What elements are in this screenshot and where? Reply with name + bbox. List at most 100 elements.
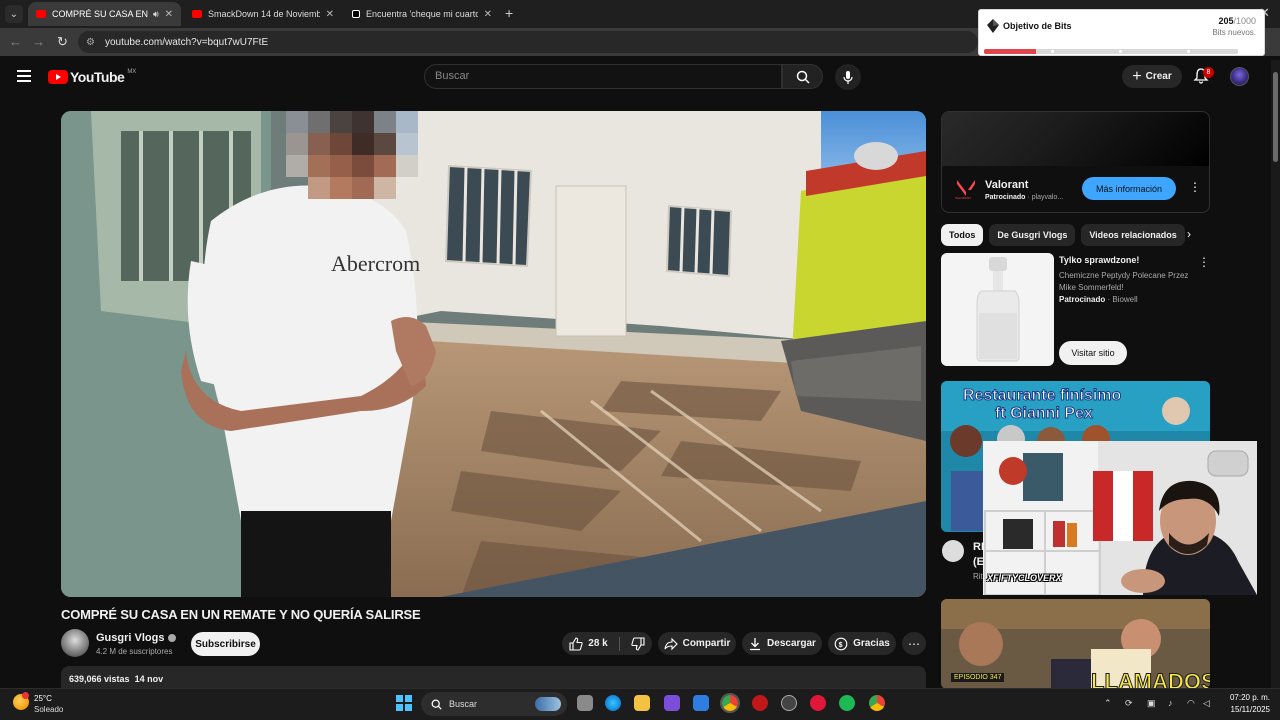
user-avatar[interactable]	[1230, 67, 1249, 86]
channel-name[interactable]: Gusgri Vlogs	[96, 632, 177, 644]
weather-temperature[interactable]: 25°C	[34, 694, 52, 703]
ad-title: Valorant	[985, 179, 1029, 191]
share-icon	[664, 637, 678, 650]
like-count: 28 k	[588, 638, 608, 649]
back-arrow-icon[interactable]: ←	[9, 34, 22, 49]
tab-smackdown[interactable]: SmackDown 14 de Noviembre ✕	[184, 2, 342, 26]
chrome-profile-icon[interactable]	[869, 695, 885, 711]
like-button[interactable]: 28 k	[569, 636, 608, 651]
thumbnail-title-line1: Restaurante finísimo	[962, 387, 1122, 405]
app-red-icon[interactable]	[752, 695, 768, 711]
tab-title: COMPRÉ SU CASA EN UN R	[52, 9, 149, 19]
like-dislike-group: 28 k	[562, 632, 652, 655]
channel-avatar[interactable]	[61, 629, 89, 657]
network-icon[interactable]: ⟳	[1125, 698, 1133, 709]
youtube-wordmark: YouTube	[70, 69, 125, 85]
page-scrollbar[interactable]	[1271, 60, 1280, 688]
voice-search-button[interactable]	[835, 64, 861, 90]
forward-arrow-icon[interactable]: →	[32, 34, 45, 49]
search-button[interactable]	[782, 64, 823, 89]
biowell-ad-menu-icon[interactable]: ⋮	[1198, 255, 1210, 269]
create-button[interactable]: + Crear	[1122, 65, 1182, 88]
url-field[interactable]: ⚙︎ youtube.com/watch?v=bqut7wU7FtE	[78, 31, 978, 53]
app-purple-icon[interactable]	[664, 695, 680, 711]
valorant-logo-icon: VALORANT	[955, 180, 975, 200]
region-code: MX	[127, 69, 137, 75]
youtube-logo[interactable]: YouTube MX	[48, 69, 136, 85]
share-button[interactable]: Compartir	[658, 632, 736, 655]
file-explorer-icon[interactable]	[634, 695, 650, 711]
system-clock[interactable]: 07:20 p. m. 15/11/2025	[1226, 692, 1270, 716]
svg-text:VALORANT: VALORANT	[955, 196, 971, 200]
ad-menu-icon[interactable]: ⋮	[1189, 180, 1201, 194]
create-label: Crear	[1145, 71, 1172, 82]
wifi-icon[interactable]: ◠	[1187, 698, 1195, 709]
biowell-ad-thumbnail[interactable]	[941, 253, 1054, 366]
display-icon[interactable]: ▣	[1147, 698, 1156, 709]
visit-site-button[interactable]: Visitar sitio	[1059, 341, 1127, 365]
valorant-ad-card[interactable]: VALORANT Valorant Patrocinado · playvalo…	[941, 111, 1210, 213]
tab-close-icon[interactable]: ✕	[484, 9, 492, 20]
weather-condition[interactable]: Soleado	[34, 705, 63, 714]
opera-browser-icon[interactable]	[810, 695, 826, 711]
windows-start-icon[interactable]	[396, 695, 412, 711]
tab-close-icon[interactable]: ✕	[165, 9, 173, 20]
bits-progress-markers	[984, 49, 1238, 54]
recommended-channel-avatar[interactable]	[942, 540, 964, 562]
super-thanks-icon: $	[834, 637, 848, 650]
thumbs-down-icon[interactable]	[631, 636, 645, 651]
like-separator	[618, 636, 620, 651]
upload-date: 14 nov	[134, 674, 164, 684]
reload-icon[interactable]: ↻	[57, 34, 68, 50]
chevron-right-icon[interactable]: ›	[1187, 227, 1191, 241]
video-player[interactable]: Abercrom	[61, 111, 926, 597]
taskbar-search[interactable]: Buscar	[421, 692, 567, 716]
app-blue-icon[interactable]	[693, 695, 709, 711]
chip-related[interactable]: Videos relacionados	[1081, 224, 1185, 246]
verified-badge-icon	[168, 634, 177, 643]
tab-active-video[interactable]: COMPRÉ SU CASA EN UN R 🔊︎ ✕	[28, 2, 181, 26]
search-input[interactable]: Buscar	[424, 64, 782, 89]
tab-close-icon[interactable]: ✕	[326, 9, 334, 20]
chevron-up-icon[interactable]: ⌃	[1104, 698, 1112, 709]
recommended-video-thumbnail-2[interactable]: LLAMADOS EPISODIO 347	[941, 599, 1210, 689]
edge-browser-icon[interactable]	[605, 695, 621, 711]
more-actions-icon[interactable]: ⋯	[902, 632, 926, 655]
thanks-button[interactable]: $ Gracias	[828, 632, 896, 655]
tab-search-button[interactable]: ⌄	[5, 5, 23, 23]
spotify-icon[interactable]	[839, 695, 855, 711]
peptide-bottle-image	[976, 257, 1020, 362]
chip-todos[interactable]: Todos	[941, 224, 984, 246]
scrollbar-thumb[interactable]	[1273, 72, 1278, 162]
search-icon	[796, 70, 810, 84]
subscribe-button[interactable]: Subscribirse	[191, 632, 260, 656]
search-highlight-image	[535, 697, 561, 711]
clock-date: 15/11/2025	[1230, 705, 1270, 714]
thanks-label: Gracias	[853, 638, 890, 649]
tab-title: SmackDown 14 de Noviembre	[208, 9, 320, 19]
new-tab-plus-icon[interactable]: +	[505, 5, 513, 21]
chrome-browser-icon[interactable]	[720, 693, 740, 713]
volume-icon[interactable]: ◁	[1203, 698, 1210, 709]
tiktok-favicon-icon	[352, 10, 360, 18]
plus-icon: +	[1132, 67, 1142, 85]
speaker-icon[interactable]: 🔊︎	[153, 9, 159, 20]
biowell-ad-title: Tylko sprawdzone!	[1059, 255, 1140, 265]
bits-gem-icon	[987, 19, 999, 33]
url-text: youtube.com/watch?v=bqut7wU7FtE	[104, 36, 269, 48]
clock-time: 07:20 p. m.	[1229, 693, 1270, 702]
svg-text:LLAMADOS: LLAMADOS	[1091, 669, 1210, 689]
ad-banner-image	[942, 112, 1209, 166]
site-info-icon[interactable]: ⚙︎	[86, 37, 95, 48]
download-button[interactable]: Descargar	[742, 632, 822, 655]
microphone-tray-icon[interactable]: ♪	[1168, 698, 1173, 708]
tab-tiktok[interactable]: Encuentra 'cheque mi cuarto y ✕	[344, 2, 500, 26]
steam-icon[interactable]	[781, 695, 797, 711]
more-info-button[interactable]: Más información	[1082, 177, 1176, 200]
chip-channel[interactable]: De Gusgri Vlogs	[989, 224, 1076, 246]
task-view-icon[interactable]	[577, 695, 593, 711]
download-label: Descargar	[767, 638, 816, 649]
streamer-webcam-overlay: XFIFTYCLOVERX	[983, 441, 1257, 595]
tab-title: Encuentra 'cheque mi cuarto y	[366, 9, 478, 19]
hamburger-menu-icon[interactable]	[17, 70, 31, 82]
